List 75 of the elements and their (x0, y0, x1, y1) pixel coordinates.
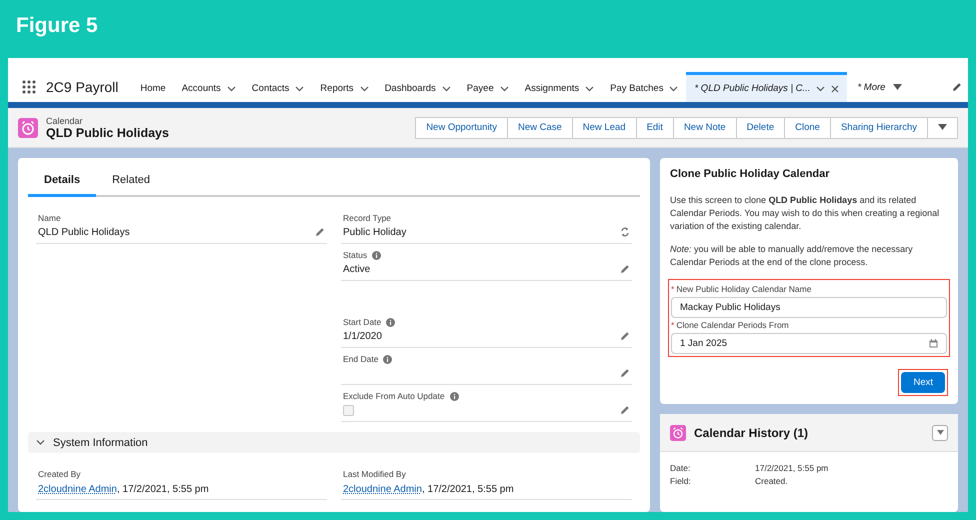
field-label: Last Modified By (343, 469, 406, 479)
history-value: Created. (755, 475, 789, 488)
next-button[interactable]: Next (901, 372, 945, 393)
field-label: Created By (38, 469, 81, 479)
user-link[interactable]: 2cloudnine Admin (38, 484, 117, 495)
field-label: New Public Holiday Calendar Name (676, 284, 812, 294)
nav-tab[interactable]: Payee (458, 72, 517, 102)
field-label: End Date (343, 354, 378, 364)
checkbox[interactable] (343, 404, 354, 416)
nav-tab[interactable]: Contacts (244, 72, 312, 102)
field-label: Record Type (343, 213, 392, 223)
more-menu[interactable]: * More (857, 82, 886, 92)
swap-icon[interactable] (620, 227, 630, 237)
field-value: 1/1/2020 (343, 330, 382, 342)
required-mark: * (671, 320, 674, 330)
card-title: Calendar History (1) (694, 426, 808, 440)
field-label: Clone Calendar Periods From (676, 320, 789, 330)
caret-down-icon (936, 430, 944, 435)
dropdown-button[interactable] (932, 424, 948, 440)
nav-tab[interactable]: Dashboards (376, 72, 459, 102)
action-button[interactable]: New Case (506, 116, 573, 138)
panel-title: Clone Public Holiday Calendar (670, 168, 831, 180)
tab[interactable]: Related (96, 166, 166, 197)
input-field[interactable]: Mackay Public Holidays (671, 297, 947, 318)
input-field[interactable]: 1 Jan 2025 (671, 333, 947, 354)
action-button[interactable]: Edit (636, 116, 674, 138)
pencil-icon[interactable] (620, 331, 630, 341)
pencil-icon[interactable] (620, 264, 630, 274)
history-value: 17/2/2021, 5:55 pm (755, 462, 830, 475)
record-title: QLD Public Holidays (46, 126, 169, 140)
pencil-icon[interactable] (620, 368, 630, 378)
app-name: 2C9 Payroll (46, 79, 118, 95)
field-label: Exclude From Auto Update (343, 391, 445, 401)
field-label: Status (343, 250, 368, 260)
action-button[interactable]: New Note (672, 116, 737, 138)
calendar-icon[interactable] (929, 339, 938, 348)
field-value: , 17/2/2021, 5:55 pm (422, 484, 514, 495)
pencil-icon[interactable] (952, 82, 962, 92)
nav-tab[interactable]: Home (132, 72, 174, 102)
field-value: Active (343, 264, 370, 274)
note-text: Note: you will be able to manually add/remove the necessary Calendar Periods at the end of the clone process. (670, 243, 914, 269)
history-label: Field: (670, 475, 692, 488)
tab[interactable]: Details (28, 166, 96, 197)
close-icon[interactable] (831, 84, 840, 92)
nav-tab[interactable]: Reports (312, 72, 377, 102)
nav-tab[interactable]: * QLD Public Holidays | C... (686, 72, 848, 102)
field-value: , 17/2/2021, 5:55 pm (116, 484, 209, 495)
caret-down-icon (893, 84, 902, 90)
action-button[interactable]: Clone (784, 116, 831, 138)
required-mark: * (671, 284, 674, 294)
section-title: System Information (53, 436, 148, 448)
intro-text: Use this screen to clone QLD Public Holidays and its related Calendar Periods. You may wish to do this when creating a regional variation of the existing calendar. (670, 194, 940, 233)
chevron-down-icon[interactable] (36, 438, 45, 447)
pencil-icon[interactable] (315, 227, 325, 237)
history-label: Date: (670, 462, 692, 475)
more-actions-button[interactable] (927, 116, 958, 138)
pencil-icon[interactable] (620, 405, 630, 415)
action-button[interactable]: Sharing Hierarchy (830, 116, 928, 138)
nav-tab[interactable]: Accounts (174, 72, 244, 102)
app-launcher-icon[interactable] (22, 80, 36, 94)
nav-tab[interactable]: Pay Batches (602, 72, 686, 102)
field-value: QLD Public Holidays (38, 226, 130, 238)
field-label: Name (38, 213, 61, 223)
alarm-clock-icon (670, 424, 686, 440)
action-button[interactable]: Delete (736, 116, 786, 138)
field-value: Public Holiday (343, 226, 406, 238)
object-type: Calendar (46, 116, 84, 126)
action-button[interactable]: New Opportunity (415, 116, 508, 138)
alarm-clock-icon (18, 118, 38, 138)
figure-title: Figure 5 (15, 13, 99, 39)
user-link[interactable]: 2cloudnine Admin (343, 484, 422, 495)
action-button[interactable]: New Lead (572, 116, 637, 138)
nav-tab[interactable]: Assignments (516, 72, 602, 102)
field-label: Start Date (343, 317, 382, 327)
caret-down-icon (938, 124, 947, 130)
